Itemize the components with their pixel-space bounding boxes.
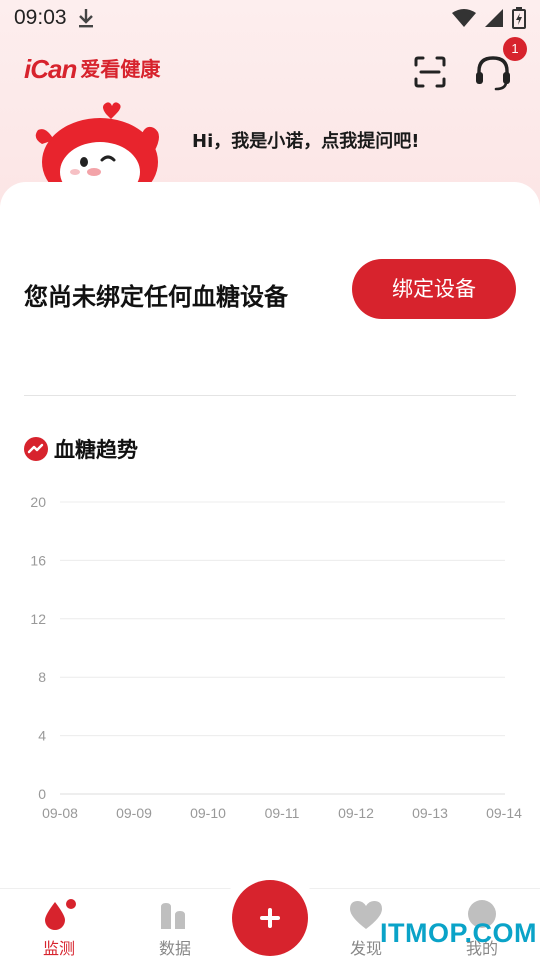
x-tick-label: 09-13 bbox=[412, 805, 448, 821]
nav-item-monitor[interactable]: 监测 bbox=[19, 889, 99, 960]
scan-icon[interactable] bbox=[412, 54, 448, 90]
y-tick-label: 16 bbox=[30, 552, 46, 568]
x-tick-label: 09-08 bbox=[42, 805, 78, 821]
app-logo: iCan 爱看健康 bbox=[24, 54, 160, 84]
notification-badge: 1 bbox=[503, 37, 527, 61]
trend-icon bbox=[24, 437, 48, 461]
wifi-icon bbox=[452, 9, 476, 27]
glucose-trend-chart: 0 4 8 12 16 20 09-08 09-09 09-10 09-11 09-12 09-13 0… bbox=[30, 494, 522, 821]
x-tick-label: 09-12 bbox=[338, 805, 374, 821]
y-tick-label: 20 bbox=[30, 494, 46, 510]
trend-title: 血糖趋势 bbox=[54, 438, 138, 462]
x-tick-label: 09-11 bbox=[265, 805, 300, 821]
data-icon bbox=[161, 903, 185, 929]
no-device-message: 您尚未绑定任何血糖设备 bbox=[24, 283, 288, 311]
x-tick-label: 09-10 bbox=[190, 805, 226, 821]
nav-label-data: 数据 bbox=[158, 939, 191, 958]
x-tick-label: 09-14 bbox=[486, 805, 522, 821]
x-tick-label: 09-09 bbox=[116, 805, 152, 821]
watermark: ITMOP.COM bbox=[380, 918, 538, 948]
heart-icon bbox=[350, 901, 382, 929]
logo-cn: 爱看健康 bbox=[80, 57, 161, 81]
bind-device-button[interactable]: 绑定设备 bbox=[352, 259, 516, 319]
status-time: 09:03 bbox=[14, 6, 67, 29]
battery-icon bbox=[512, 7, 526, 29]
app-header: iCan 爱看健康 bbox=[0, 44, 540, 104]
y-tick-label: 4 bbox=[38, 728, 46, 744]
add-record-button[interactable] bbox=[232, 880, 308, 956]
trend-header: 血糖趋势 bbox=[24, 434, 138, 464]
download-icon bbox=[78, 9, 93, 28]
divider bbox=[24, 395, 516, 396]
y-tick-label: 12 bbox=[30, 611, 46, 627]
mascot-avatar[interactable] bbox=[30, 100, 170, 190]
signal-icon bbox=[485, 9, 503, 27]
logo-latin: iCan bbox=[24, 54, 77, 84]
assistant-greeting[interactable]: Hi，我是小诺，点我提问吧! bbox=[192, 127, 419, 153]
y-tick-label: 8 bbox=[38, 669, 46, 685]
y-tick-label: 0 bbox=[38, 786, 46, 802]
plus-icon-vertical bbox=[268, 908, 272, 928]
nav-item-data[interactable]: 数据 bbox=[135, 889, 215, 960]
nav-label-monitor: 监测 bbox=[42, 939, 75, 958]
status-bar: 09:03 bbox=[0, 0, 540, 36]
blood-drop-icon bbox=[45, 899, 76, 930]
